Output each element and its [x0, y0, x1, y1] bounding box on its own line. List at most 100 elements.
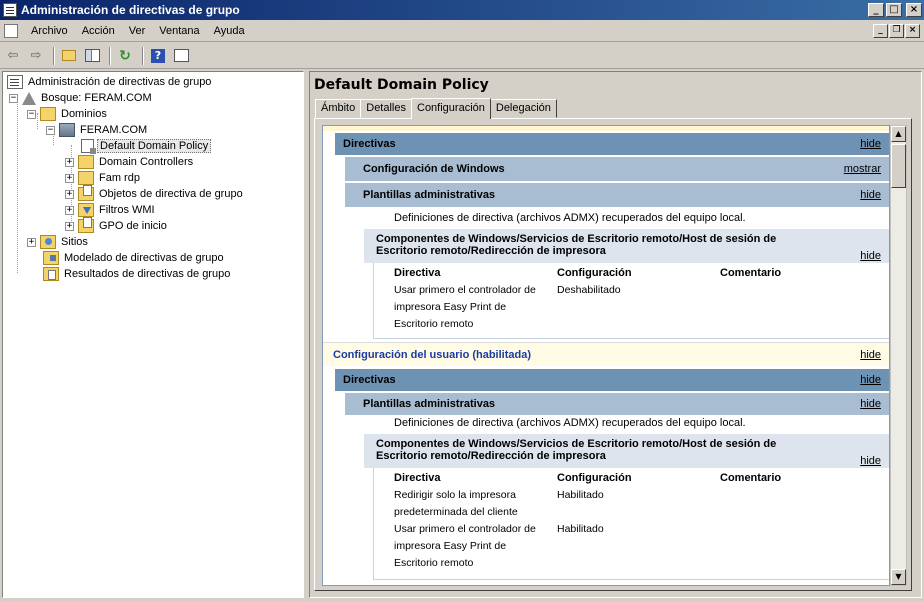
- scroll-up-arrow-icon[interactable]: ▲: [891, 126, 906, 142]
- tab-ambito[interactable]: Ámbito: [315, 99, 362, 118]
- settings-report[interactable]: Directivas hide Configuración de Windows…: [322, 125, 890, 586]
- policy-setting: Habilitado: [557, 523, 604, 535]
- section-title: Configuración del usuario (habilitada): [333, 348, 532, 361]
- component-path-line-1: Componentes de Windows/Servicios de Escr…: [376, 233, 777, 245]
- show-hide-tree-button[interactable]: [82, 46, 102, 66]
- console-tree[interactable]: Administración de directivas de grupo − …: [2, 71, 304, 598]
- properties-icon: [173, 49, 189, 62]
- tree-label: Dominios: [61, 108, 107, 120]
- scroll-thumb[interactable]: [891, 144, 906, 188]
- show-link[interactable]: mostrar: [844, 163, 889, 175]
- help-button[interactable]: ?: [148, 46, 168, 66]
- tree-item-domains[interactable]: − Dominios: [27, 106, 109, 122]
- tree-item-results[interactable]: Resultados de directivas de grupo: [43, 266, 232, 282]
- tree-item-domain[interactable]: − FERAM.COM: [46, 122, 149, 138]
- hide-link[interactable]: hide: [860, 349, 889, 361]
- section-directivas: Directivas hide: [335, 133, 889, 155]
- hide-link[interactable]: hide: [860, 398, 889, 410]
- forest-icon: [22, 91, 36, 105]
- expand-icon[interactable]: +: [65, 157, 74, 167]
- tree-label: Filtros WMI: [99, 204, 155, 216]
- tree-label: Administración de directivas de grupo: [28, 76, 212, 88]
- tree-label: Fam rdp: [99, 172, 140, 184]
- hide-link[interactable]: hide: [860, 455, 889, 468]
- close-button[interactable]: ×: [906, 3, 922, 17]
- tree-item-starter-gpos[interactable]: + GPO de inicio: [65, 217, 169, 234]
- tab-configuracion[interactable]: Configuración: [411, 98, 491, 119]
- document-icon[interactable]: [4, 23, 18, 38]
- scroll-down-arrow-icon[interactable]: ▼: [891, 569, 906, 585]
- toolbar: ⇦ ⇨ ↻ ?: [0, 43, 924, 69]
- expand-icon[interactable]: +: [65, 189, 74, 199]
- section-user-printer-redirection: Componentes de Windows/Servicios de Escr…: [364, 434, 889, 468]
- section-title: Componentes de Windows/Servicios de Escr…: [376, 229, 776, 257]
- collapse-icon[interactable]: −: [46, 125, 55, 135]
- policy-name-line: Usar primero el controlador de: [394, 523, 536, 535]
- tree-label: Modelado de directivas de grupo: [64, 252, 224, 264]
- policy-title: Default Domain Policy: [314, 77, 489, 93]
- title-bar: Administración de directivas de grupo _ …: [0, 0, 924, 20]
- menu-accion[interactable]: Acción: [75, 23, 122, 39]
- policy-name: Usar primero el controlador de impresora…: [394, 521, 544, 572]
- tree-label: FERAM.COM: [80, 124, 148, 136]
- expand-icon[interactable]: +: [27, 237, 36, 247]
- tree-item-default-domain-policy[interactable]: Default Domain Policy: [81, 138, 212, 154]
- mdi-close-button[interactable]: ×: [905, 23, 920, 38]
- policy-setting: Habilitado: [557, 489, 604, 501]
- menu-ayuda[interactable]: Ayuda: [207, 23, 252, 39]
- tree-item-fam-rdp[interactable]: + Fam rdp: [65, 170, 142, 186]
- policy-name-line: Escritorio remoto: [394, 318, 474, 330]
- tree-item-forest[interactable]: − Bosque: FERAM.COM: [9, 90, 154, 106]
- tab-detalles[interactable]: Detalles: [360, 99, 412, 118]
- toolbar-separator: [53, 46, 55, 65]
- gpo-folder-icon: [78, 185, 94, 201]
- hide-link[interactable]: hide: [860, 189, 889, 201]
- tree-label: Resultados de directivas de grupo: [64, 268, 231, 280]
- starter-gpo-folder-icon: [78, 217, 94, 233]
- maximize-button[interactable]: □: [886, 3, 902, 17]
- tree-item-sites[interactable]: + Sitios: [27, 234, 90, 250]
- section-title: Componentes de Windows/Servicios de Escr…: [376, 434, 776, 462]
- domain-icon: [59, 123, 75, 137]
- collapse-icon[interactable]: −: [27, 109, 36, 119]
- tree-item-gpo-objects[interactable]: + Objetos de directiva de grupo: [65, 185, 245, 202]
- properties-button[interactable]: [171, 46, 191, 66]
- ou-folder-icon: [78, 155, 94, 169]
- expand-icon[interactable]: +: [65, 173, 74, 183]
- hide-link[interactable]: hide: [860, 374, 889, 386]
- app-icon: [3, 3, 17, 17]
- results-icon: [43, 267, 59, 281]
- tree-item-root[interactable]: Administración de directivas de grupo: [7, 74, 213, 90]
- vertical-scrollbar[interactable]: ▲ ▼: [890, 125, 907, 586]
- hide-link[interactable]: hide: [860, 250, 889, 263]
- details-pane: Default Domain Policy Ámbito Detalles Co…: [309, 71, 922, 598]
- refresh-button[interactable]: ↻: [115, 46, 135, 66]
- menu-ventana[interactable]: Ventana: [152, 23, 206, 39]
- expand-icon[interactable]: +: [65, 221, 74, 231]
- mdi-minimize-button[interactable]: _: [873, 23, 888, 38]
- console-icon: [7, 75, 23, 89]
- tree-item-modeling[interactable]: Modelado de directivas de grupo: [43, 250, 226, 266]
- col-header-setting: Configuración: [557, 267, 632, 279]
- tree-item-domain-controllers[interactable]: + Domain Controllers: [65, 154, 195, 170]
- tab-delegacion[interactable]: Delegación: [489, 99, 557, 118]
- minimize-button[interactable]: _: [868, 3, 884, 17]
- tab-content: Directivas hide Configuración de Windows…: [314, 118, 912, 591]
- admx-note: Definiciones de directiva (archivos ADMX…: [394, 417, 746, 429]
- forward-arrow-icon[interactable]: ⇨: [26, 46, 46, 66]
- collapse-icon[interactable]: −: [9, 93, 18, 103]
- up-folder-button[interactable]: [59, 46, 79, 66]
- menu-ver[interactable]: Ver: [122, 23, 153, 39]
- gpo-link-icon: [81, 139, 96, 154]
- back-arrow-icon[interactable]: ⇦: [3, 46, 23, 66]
- tab-strip: Ámbito Detalles Configuración Delegación: [315, 98, 557, 119]
- menu-archivo[interactable]: Archivo: [24, 23, 75, 39]
- policy-name-line: impresora Easy Print de: [394, 301, 507, 313]
- mdi-restore-button[interactable]: ❐: [889, 23, 904, 38]
- policy-setting: Deshabilitado: [557, 284, 621, 296]
- policy-name-line: Usar primero el controlador de: [394, 284, 536, 296]
- expand-icon[interactable]: +: [65, 205, 74, 215]
- admx-note: Definiciones de directiva (archivos ADMX…: [394, 212, 746, 224]
- hide-link[interactable]: hide: [860, 138, 889, 150]
- tree-item-wmi-filters[interactable]: + Filtros WMI: [65, 202, 157, 218]
